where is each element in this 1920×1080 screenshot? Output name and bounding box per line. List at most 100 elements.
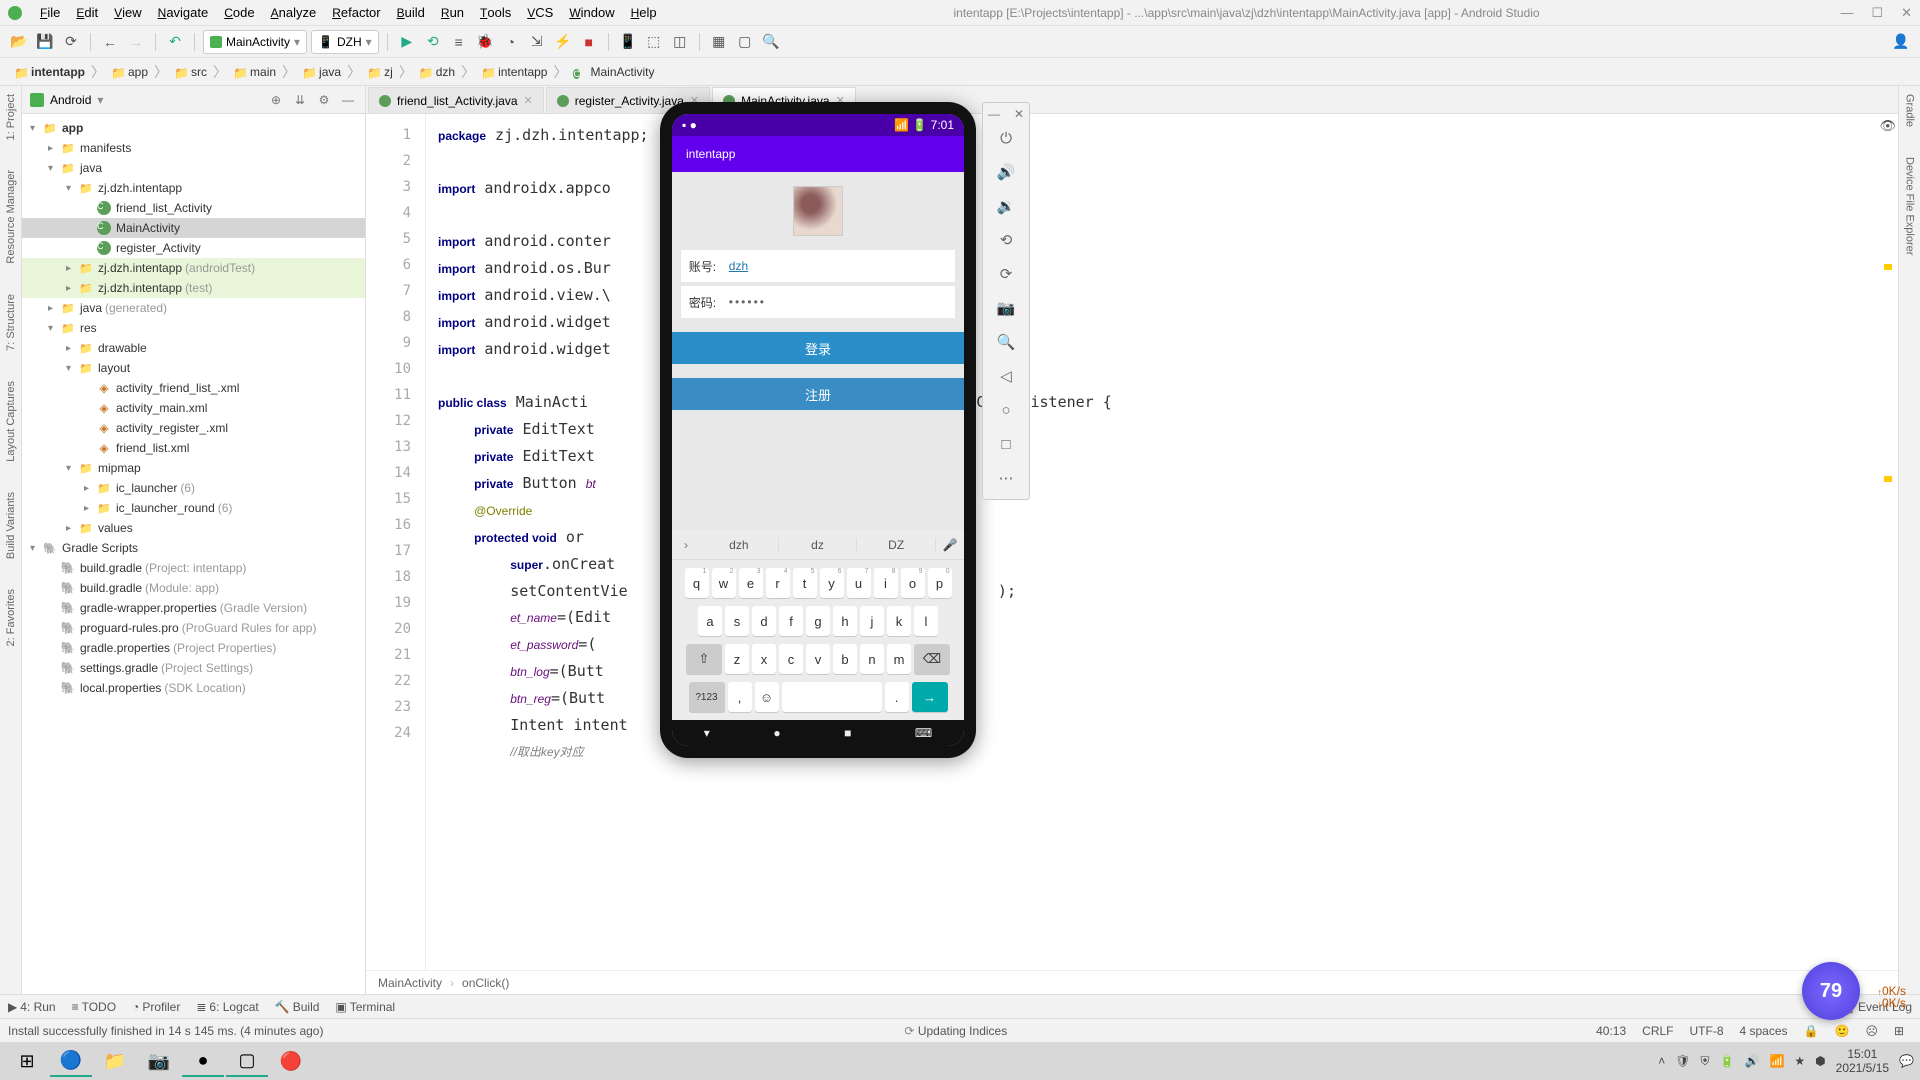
key-y[interactable]: y6 [820, 568, 844, 598]
screenshot-icon[interactable]: 📷 [992, 294, 1020, 322]
breadcrumb-item[interactable]: 📁zj [361, 65, 399, 79]
menu-navigate[interactable]: Navigate [150, 3, 217, 22]
key-e[interactable]: e3 [739, 568, 763, 598]
menu-run[interactable]: Run [433, 3, 472, 22]
collapse-icon[interactable]: ⇊ [291, 91, 309, 109]
start-icon[interactable]: ⊞ [6, 1045, 48, 1077]
tree-node[interactable]: ▸📁zj.dzh.intentapp(test) [22, 278, 365, 298]
key-n[interactable]: n [860, 644, 884, 674]
kb-suggestion[interactable]: dz [779, 538, 858, 552]
tree-node[interactable]: ▾📁java [22, 158, 365, 178]
breadcrumb-item[interactable]: 📁dzh [413, 65, 461, 79]
emu-minimize-icon[interactable]: — [988, 107, 1000, 121]
register-button[interactable]: 注册 [672, 378, 964, 410]
volume-up-icon[interactable]: 🔊 [992, 158, 1020, 186]
key-s[interactable]: s [725, 606, 749, 636]
tree-node[interactable]: 🐘gradle-wrapper.properties(Gradle Versio… [22, 598, 365, 618]
tree-node[interactable]: ▾📁zj.dzh.intentapp [22, 178, 365, 198]
run-icon[interactable]: ▶ [396, 31, 418, 53]
apply-changes-icon[interactable]: ⚡ [552, 31, 574, 53]
chevron-up-icon[interactable]: ˄ [1658, 1054, 1665, 1068]
code-editor[interactable]: package zj.dzh.intentapp; import android… [426, 114, 1898, 970]
tree-node[interactable]: ▸📁ic_launcher(6) [22, 478, 365, 498]
encoding[interactable]: UTF-8 [1682, 1024, 1732, 1038]
shift-key[interactable]: ⇧ [686, 644, 722, 674]
tab-close-icon[interactable]: ✕ [524, 94, 533, 107]
app3-icon[interactable]: 🔴 [270, 1045, 312, 1077]
tree-node[interactable]: 🐘proguard-rules.pro(ProGuard Rules for a… [22, 618, 365, 638]
tree-node[interactable]: 🐘build.gradle(Project: intentapp) [22, 558, 365, 578]
tray-icon[interactable]: ★ [1794, 1054, 1805, 1068]
processes-icon[interactable]: ⊞ [1886, 1024, 1912, 1038]
tree-node[interactable]: ▸📁ic_launcher_round(6) [22, 498, 365, 518]
left-rail-item[interactable]: 7: Structure [5, 294, 17, 351]
login-button[interactable]: 登录 [672, 332, 964, 364]
left-rail-item[interactable]: Layout Captures [5, 381, 17, 462]
battery-icon[interactable]: 🔋 [1720, 1054, 1735, 1068]
todo-tool[interactable]: ≡ TODO [72, 1000, 116, 1014]
breadcrumb-item[interactable]: 📁main [227, 65, 282, 79]
enter-key[interactable]: → [912, 682, 948, 712]
profile-icon[interactable]: ◔ [500, 31, 522, 53]
account-field[interactable]: 账号: dzh [681, 250, 955, 282]
minimize-icon[interactable]: — [1840, 5, 1853, 21]
tree-node[interactable]: ▾📁layout [22, 358, 365, 378]
layout-inspector-icon[interactable]: ◫ [669, 31, 691, 53]
camera-icon[interactable]: 📷 [138, 1045, 180, 1077]
browser-icon[interactable]: 🔵 [50, 1045, 92, 1077]
undo-icon[interactable]: ↶ [164, 31, 186, 53]
crumb-method[interactable]: onClick() [462, 976, 509, 990]
inspection-eye-icon[interactable]: 👁 [1879, 118, 1896, 134]
key-u[interactable]: u7 [847, 568, 871, 598]
system-tray[interactable]: ˄ 🛡 ⛨ 🔋 🔊 📶 ★ ⬢ 15:012021/5/15 💬 [1658, 1047, 1914, 1075]
android-studio-icon[interactable]: ● [182, 1045, 224, 1077]
space-key[interactable] [782, 682, 882, 712]
tree-node[interactable]: 🐘gradle.properties(Project Properties) [22, 638, 365, 658]
clock[interactable]: 15:012021/5/15 [1836, 1047, 1889, 1075]
backspace-key[interactable]: ⌫ [914, 644, 950, 674]
menu-window[interactable]: Window [561, 3, 622, 22]
nav-recent-icon[interactable]: ■ [844, 726, 851, 740]
back-icon[interactable]: ← [99, 31, 121, 53]
explorer-icon[interactable]: 📁 [94, 1045, 136, 1077]
key-x[interactable]: x [752, 644, 776, 674]
project-structure-icon[interactable]: ▦ [708, 31, 730, 53]
floating-badge[interactable]: 79 [1802, 962, 1860, 1020]
menu-analyze[interactable]: Analyze [263, 3, 325, 22]
attach-icon[interactable]: ⇲ [526, 31, 548, 53]
key-z[interactable]: z [725, 644, 749, 674]
breadcrumb-item[interactable]: 📁intentapp [475, 65, 553, 79]
key-h[interactable]: h [833, 606, 857, 636]
menu-file[interactable]: File [32, 3, 68, 22]
overview-icon[interactable]: □ [992, 430, 1020, 458]
tree-node[interactable]: ▸📁values [22, 518, 365, 538]
tree-node[interactable]: ◈activity_main.xml [22, 398, 365, 418]
key-a[interactable]: a [698, 606, 722, 636]
tree-node[interactable]: ▾📁mipmap [22, 458, 365, 478]
key-t[interactable]: t5 [793, 568, 817, 598]
device-dropdown[interactable]: 📱 DZH ▾ [311, 30, 379, 54]
kb-suggestion[interactable]: DZ [857, 538, 936, 552]
tree-node[interactable]: 🐘settings.gradle(Project Settings) [22, 658, 365, 678]
key-w[interactable]: w2 [712, 568, 736, 598]
coverage-icon[interactable]: ≡ [448, 31, 470, 53]
key-i[interactable]: i8 [874, 568, 898, 598]
save-icon[interactable]: 💾 [34, 31, 56, 53]
tree-node[interactable]: ▾📁res [22, 318, 365, 338]
sync-icon[interactable]: ⟳ [60, 31, 82, 53]
key-f[interactable]: f [779, 606, 803, 636]
key-j[interactable]: j [860, 606, 884, 636]
breadcrumb-item[interactable]: 📁java [296, 65, 347, 79]
sdk-icon[interactable]: ⬚ [643, 31, 665, 53]
menu-vcs[interactable]: VCS [519, 3, 561, 22]
rerun-icon[interactable]: ⟲ [422, 31, 444, 53]
key-k[interactable]: k [887, 606, 911, 636]
notification-icon[interactable]: 💬 [1899, 1054, 1914, 1068]
breadcrumb-item[interactable]: 📁src [168, 65, 213, 79]
run-config-dropdown[interactable]: MainActivity ▾ [203, 30, 307, 54]
tree-node[interactable]: CMainActivity [22, 218, 365, 238]
key-r[interactable]: r4 [766, 568, 790, 598]
menu-help[interactable]: Help [623, 3, 665, 22]
key-p[interactable]: p0 [928, 568, 952, 598]
run-tool[interactable]: ▶ 4: Run [8, 1000, 56, 1014]
